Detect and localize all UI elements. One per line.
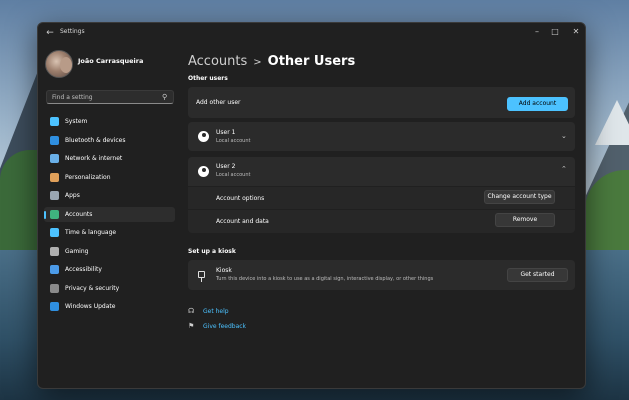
get-started-button[interactable]: Get started xyxy=(507,268,568,282)
gamepad-icon xyxy=(50,246,59,256)
sidebar-nav: System Bluetooth & devices Network & inter… xyxy=(44,114,175,318)
account-data-label: Account and data xyxy=(216,218,269,225)
sidebar-item-windows-update[interactable]: Windows Update xyxy=(44,299,175,314)
bluetooth-icon xyxy=(50,135,59,145)
sidebar-item-gaming[interactable]: Gaming xyxy=(44,244,175,259)
sidebar-item-accounts[interactable]: Accounts xyxy=(44,206,175,222)
user-1-type: Local account xyxy=(216,138,251,144)
sidebar-item-label: Apps xyxy=(65,192,80,199)
shield-icon xyxy=(50,283,59,293)
get-help-link[interactable]: Get help xyxy=(203,308,229,315)
sidebar-item-bluetooth-devices[interactable]: Bluetooth & devices xyxy=(44,133,175,148)
profile-name: João Carrasqueira xyxy=(78,57,144,65)
sidebar-item-personalization[interactable]: Personalization xyxy=(44,170,175,185)
sidebar-item-apps[interactable]: Apps xyxy=(44,188,175,203)
sidebar-item-label: Gaming xyxy=(65,247,89,255)
search-icon[interactable]: ⚲ xyxy=(162,93,167,101)
feedback-icon: ⚑ xyxy=(188,322,195,330)
avatar xyxy=(45,50,73,78)
user-2-card[interactable]: User 2 Local account ⌃ xyxy=(188,157,575,186)
user-2-type: Local account xyxy=(216,172,251,178)
sidebar-item-label: Accounts xyxy=(65,210,93,218)
brush-icon xyxy=(50,172,59,182)
section-title-other-users: Other users xyxy=(188,75,228,82)
user-1-name: User 1 xyxy=(216,129,236,136)
sidebar-item-label: Accessibility xyxy=(65,266,102,273)
sidebar-item-accessibility[interactable]: Accessibility xyxy=(44,262,175,277)
back-arrow-icon[interactable]: ← xyxy=(43,26,57,40)
user-profile[interactable]: João Carrasqueira xyxy=(45,50,175,80)
title-bar: ← Settings – □ ✕ xyxy=(38,23,585,43)
apps-icon xyxy=(50,191,59,200)
sidebar-item-system[interactable]: System xyxy=(44,114,175,129)
add-account-button[interactable]: Add account xyxy=(507,97,568,111)
sidebar-item-network-internet[interactable]: Network & internet xyxy=(44,151,175,166)
chevron-up-icon[interactable]: ⌃ xyxy=(561,165,567,173)
breadcrumb: Accounts > Other Users xyxy=(188,50,355,70)
kiosk-icon-stand xyxy=(201,278,202,282)
user-1-card[interactable]: User 1 Local account ⌄ xyxy=(188,122,575,151)
add-other-user-label: Add other user xyxy=(196,99,241,106)
wifi-icon xyxy=(50,154,59,163)
remove-button[interactable]: Remove xyxy=(495,213,555,227)
maximize-icon[interactable]: □ xyxy=(547,25,563,39)
person-icon xyxy=(50,209,59,219)
sidebar-item-label: Privacy & security xyxy=(65,284,120,292)
app-title: Settings xyxy=(60,28,85,35)
give-feedback-link[interactable]: Give feedback xyxy=(203,323,246,330)
settings-window: ← Settings – □ ✕ João Carrasqueira Find … xyxy=(37,22,586,389)
page-title: Other Users xyxy=(267,54,356,69)
sidebar-item-label: Bluetooth & devices xyxy=(65,136,126,144)
section-title-kiosk: Set up a kiosk xyxy=(188,248,236,255)
sidebar-item-label: System xyxy=(65,118,88,125)
account-options-label: Account options xyxy=(216,195,265,202)
breadcrumb-parent[interactable]: Accounts xyxy=(188,54,247,69)
user-2-name: User 2 xyxy=(216,163,236,170)
accessibility-icon xyxy=(50,265,59,274)
kiosk-description: Turn this device into a kiosk to use as … xyxy=(216,276,434,282)
update-icon xyxy=(50,302,59,311)
help-icon: ☊ xyxy=(188,307,195,315)
user-icon xyxy=(198,131,209,142)
search-input[interactable]: Find a setting ⚲ xyxy=(46,90,174,104)
breadcrumb-separator: > xyxy=(253,57,262,68)
kiosk-icon xyxy=(198,271,205,278)
sidebar-item-label: Time & language xyxy=(65,229,117,236)
sidebar-item-label: Personalization xyxy=(65,173,111,181)
minimize-icon[interactable]: – xyxy=(529,25,545,39)
change-account-type-button[interactable]: Change account type xyxy=(484,190,555,204)
sidebar-item-label: Windows Update xyxy=(65,303,116,310)
close-icon[interactable]: ✕ xyxy=(568,25,584,39)
sidebar-item-privacy-security[interactable]: Privacy & security xyxy=(44,281,175,296)
globe-clock-icon xyxy=(50,228,59,237)
user-icon xyxy=(198,166,209,177)
sidebar-item-time-language[interactable]: Time & language xyxy=(44,225,175,240)
chevron-down-icon[interactable]: ⌄ xyxy=(561,132,567,140)
kiosk-title: Kiosk xyxy=(216,267,232,274)
search-placeholder: Find a setting xyxy=(52,94,93,101)
sidebar-item-label: Network & internet xyxy=(65,155,123,162)
monitor-icon xyxy=(50,117,59,126)
